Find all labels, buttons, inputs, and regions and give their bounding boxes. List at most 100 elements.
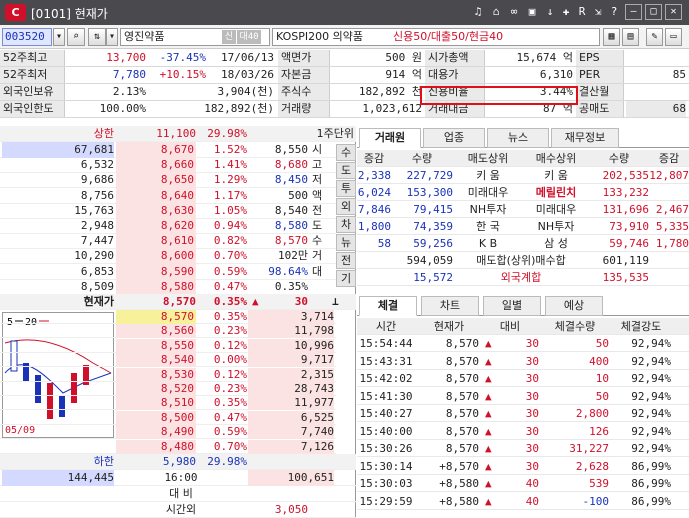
bid-price[interactable]: 8,550 (116, 338, 196, 353)
trade-cell: 8,570 (445, 424, 479, 438)
sum-buy: 135,535 (602, 271, 649, 284)
bid-volume: 7,126 (248, 439, 334, 454)
bid-price[interactable]: 8,500 (116, 410, 196, 425)
label: PER (576, 67, 624, 83)
side-tab[interactable]: 도 (336, 162, 356, 179)
ask-stat: 8,550 (274, 143, 308, 156)
side-tab[interactable]: 차 (336, 216, 356, 233)
ask-price[interactable]: 8,590 (116, 263, 196, 280)
trade-tab[interactable]: 예상 (545, 296, 603, 316)
ask-price[interactable]: 8,630 (116, 202, 196, 219)
ask-volume: 8,756 (80, 188, 114, 202)
broker-tab[interactable]: 뉴스 (487, 128, 549, 148)
calc-icon[interactable]: ▦ (603, 28, 620, 46)
up-arrow-icon: ▲ (485, 494, 492, 508)
ask-price[interactable]: 8,620 (116, 218, 196, 234)
bid-price[interactable]: 8,530 (116, 367, 196, 382)
broker-row: 2,338 227,729 키 움 키 움 202,535 12,807 (357, 167, 689, 184)
minimize-button[interactable]: — (625, 4, 642, 20)
side-tab[interactable]: 투 (336, 180, 356, 197)
up-arrow-icon: ▲ (485, 459, 492, 473)
value: 100.00% (99, 102, 146, 115)
bid-price[interactable]: 8,490 (116, 425, 196, 440)
maximize-button[interactable]: □ (645, 4, 662, 20)
label: 외국인한도 (0, 101, 65, 117)
trade-tab[interactable]: 차트 (421, 296, 479, 316)
current-pct: 0.35% (213, 295, 247, 308)
ask-price[interactable]: 8,580 (116, 278, 196, 295)
bid-row: 8,530 0.12% 2,315 (0, 367, 336, 382)
trade-tab[interactable]: 일별 (483, 296, 541, 316)
ask-price[interactable]: 8,650 (116, 172, 196, 189)
trade-tab[interactable]: 체결 (359, 296, 417, 316)
broker-cell: 6,024 (357, 186, 391, 199)
ask-price[interactable]: 8,640 (116, 187, 196, 204)
sort-dropdown-button[interactable]: ▾ (106, 28, 118, 46)
code-dropdown-button[interactable]: ▾ (53, 28, 65, 46)
pin-icon[interactable]: ✚ (558, 4, 574, 20)
side-tab[interactable]: 전 (336, 252, 356, 269)
trade-cell: 400 (589, 354, 609, 368)
ask-pct: 0.59% (213, 264, 247, 278)
doc-icon[interactable]: ▭ (665, 28, 682, 46)
sector-info: KOSPI200 의약품 신용50/대출50/현금40 (272, 28, 600, 46)
down-icon[interactable]: ↓ (542, 4, 558, 20)
sort-icon[interactable]: ⇅ (88, 28, 106, 46)
ask-pct: 0.82% (213, 234, 247, 248)
ask-price[interactable]: 8,610 (116, 233, 196, 250)
side-tab[interactable]: 기 (336, 270, 356, 287)
upper-limit-pct: 29.98% (207, 127, 247, 140)
bid-row: 8,510 0.35% 11,977 (0, 396, 336, 411)
ask-price[interactable]: 8,600 (116, 248, 196, 265)
search-icon[interactable]: ⌕ (67, 28, 85, 46)
ask-price[interactable]: 8,670 (116, 142, 196, 158)
label: 52주최고 (0, 50, 65, 66)
lock-icon[interactable]: ⌂ (488, 4, 504, 20)
bid-price[interactable]: 8,520 (116, 382, 196, 396)
broker-tab[interactable]: 거래원 (359, 128, 421, 148)
broker-tab[interactable]: 업종 (423, 128, 485, 148)
trade-row: 15:40:27 8,570 30 2,800 92,94% ▲ (357, 405, 689, 422)
wrench-icon[interactable]: ✎ (646, 28, 663, 46)
side-tab[interactable]: 뉴 (336, 234, 356, 251)
value: 914 억 (385, 68, 422, 81)
ask-row: 2,948 8,620 0.94% 8,580 도 (0, 218, 336, 234)
expand-icon[interactable]: ⊥ (332, 294, 346, 310)
bid-price[interactable]: 8,480 (116, 439, 196, 454)
bid-pct: 0.35% (213, 396, 247, 410)
trade-cell: 92,94% (631, 337, 671, 350)
close-button[interactable]: ✕ (665, 4, 682, 20)
bid-price[interactable]: 8,570 (116, 310, 196, 324)
camera-icon[interactable]: ▣ (524, 4, 540, 20)
headset-icon[interactable]: ♫ (470, 4, 486, 20)
bid-price[interactable]: 8,510 (116, 396, 196, 411)
broker-cell: 메릴린치 (535, 186, 577, 199)
bid-price[interactable]: 8,540 (116, 353, 196, 368)
side-tab[interactable]: 수 (336, 144, 356, 161)
ask-row: 6,532 8,660 1.41% 8,680 고 (0, 157, 336, 174)
value: 182,892(천) (204, 102, 274, 115)
broker-cell: NH투자 (469, 203, 507, 216)
trade-cell: 15:43:31 (359, 354, 413, 368)
trade-cell: 2,800 (575, 407, 609, 420)
grid-icon[interactable]: ▤ (622, 28, 639, 46)
ask-stat-label: 저 (312, 173, 323, 187)
ask-price[interactable]: 8,660 (116, 157, 196, 174)
trade-header: 시간 현재가 대비 체결수량 체결강도 (357, 318, 689, 335)
window-title: [0101] 현재가 (31, 7, 108, 21)
help-icon[interactable]: ? (606, 4, 622, 20)
label: 52주최저 (0, 67, 65, 83)
bid-pct: 0.12% (213, 338, 247, 352)
broker-tab[interactable]: 재무정보 (551, 128, 619, 148)
bid-price[interactable]: 8,560 (116, 324, 196, 339)
header-cell: 매도상위 (467, 152, 509, 165)
after-hours-label: 시간외 (165, 503, 197, 516)
r-icon[interactable]: R (574, 4, 590, 20)
resize-icon[interactable]: ⇲ (590, 4, 606, 20)
side-tab[interactable]: 외 (336, 198, 356, 215)
up-arrow-icon: ▲ (485, 477, 492, 490)
link-icon[interactable]: ∞ (506, 4, 522, 20)
trade-row: 15:43:31 8,570 30 400 92,94% ▲ (357, 353, 689, 370)
stock-code-input[interactable]: 003520 (2, 28, 52, 46)
trade-cell: 92,94% (631, 372, 671, 385)
